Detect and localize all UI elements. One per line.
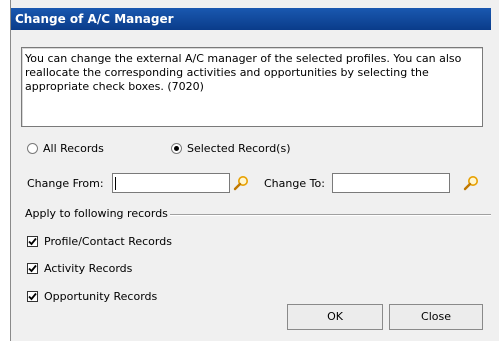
radio-selected-records[interactable]: Selected Record(s) [171, 142, 291, 155]
change-to-lookup-icon[interactable] [462, 175, 480, 193]
radio-selected-records-button[interactable] [171, 143, 182, 154]
apply-group-header: Apply to following records [25, 207, 491, 221]
change-ac-manager-dialog: Change of A/C Manager You can change the… [10, 0, 499, 341]
radio-all-records[interactable]: All Records [27, 142, 104, 155]
checkbox-opportunity[interactable]: Opportunity Records [27, 290, 157, 303]
change-from-label: Change From: [27, 177, 104, 190]
opportunity-checkbox[interactable] [27, 291, 38, 302]
opportunity-label: Opportunity Records [44, 290, 158, 303]
change-from-lookup-icon[interactable] [232, 175, 250, 193]
activity-label: Activity Records [44, 262, 133, 275]
info-textbox: You can change the external A/C manager … [21, 47, 483, 127]
checkbox-activity[interactable]: Activity Records [27, 262, 132, 275]
profile-contact-checkbox[interactable] [27, 236, 38, 247]
change-from-input[interactable] [112, 173, 230, 193]
close-button[interactable]: Close [389, 304, 483, 330]
check-mark-icon [28, 264, 37, 273]
check-mark-icon [28, 237, 37, 246]
check-mark-icon [28, 292, 37, 301]
dialog-title: Change of A/C Manager [11, 8, 491, 30]
radio-all-records-label: All Records [43, 142, 104, 155]
activity-checkbox[interactable] [27, 263, 38, 274]
checkbox-profile-contact[interactable]: Profile/Contact Records [27, 235, 172, 248]
radio-all-records-button[interactable] [27, 143, 38, 154]
radio-selected-records-label: Selected Record(s) [187, 142, 291, 155]
change-to-label: Change To: [264, 177, 325, 190]
ok-button[interactable]: OK [287, 304, 383, 330]
profile-contact-label: Profile/Contact Records [44, 235, 172, 248]
change-to-input[interactable] [332, 173, 450, 193]
apply-group-label: Apply to following records [25, 207, 170, 220]
